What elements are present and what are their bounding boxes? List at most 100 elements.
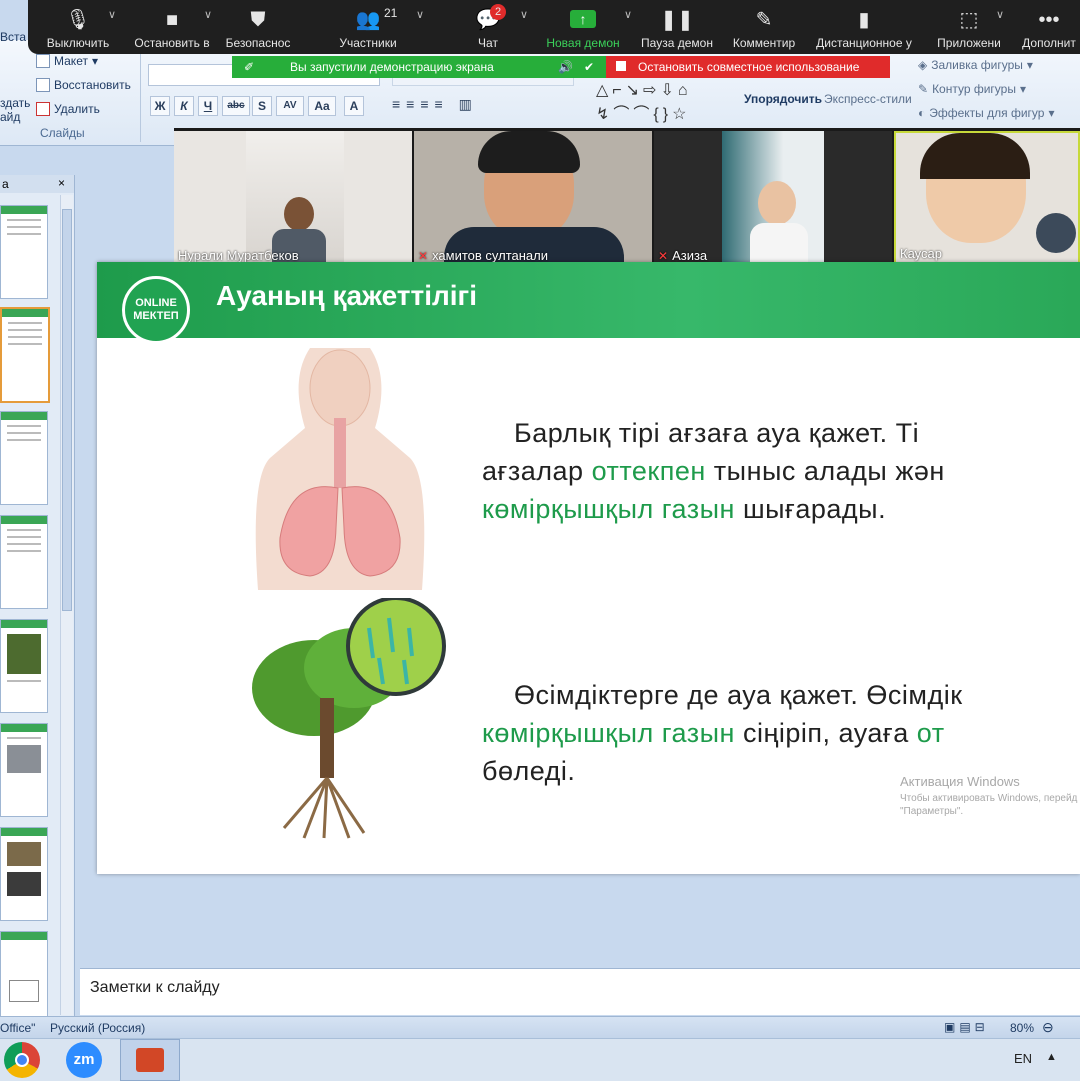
slide-thumbnail[interactable] [0,827,48,921]
new-slide-button[interactable]: здать айд [0,96,30,124]
apps-button[interactable]: ⬚ Приложени ∨ [928,0,1010,54]
participant-video [246,131,344,265]
chevron-down-icon[interactable]: ∨ [520,8,528,21]
slide-thumbnail[interactable] [0,723,48,817]
slides-tab[interactable]: а × [0,175,74,193]
participant-video-strip: Нурали Муратбеков ✕ хамитов султанали ✕ Аз… [174,128,1080,268]
paragraph-2-line-1: Өсімдіктерге де ауа қажет. Өсімдік [514,680,963,710]
insert-tab-partial[interactable]: Вста [0,30,26,44]
chat-badge: 2 [490,4,506,20]
close-icon[interactable]: × [58,176,65,190]
audio-icon[interactable]: 🔊 [558,56,573,78]
more-button[interactable]: ••• Дополнит [1018,0,1080,54]
muted-mic-icon: ✕ [658,249,669,263]
shield-check-icon: ✔ [584,60,595,74]
zoom-icon[interactable]: zm [66,1042,102,1078]
delete-slide-button[interactable]: Удалить [36,102,100,116]
paragraph-1-line-3: көмірқышқыл газын шығарады. [482,494,887,524]
pause-icon: ❚❚ [660,9,694,31]
chevron-down-icon[interactable]: ∨ [204,8,212,21]
shapes-gallery[interactable]: △⌐↘⇨⇩⌂ ↯⌒⌒{}☆ [596,80,736,123]
stop-share-button[interactable]: Остановить совместное использование [606,56,890,78]
slide-thumbnail[interactable] [0,411,48,505]
tray-arrow-icon[interactable]: ▲ [1046,1051,1057,1063]
chevron-down-icon[interactable]: ∨ [624,8,632,21]
zoom-level[interactable]: 80% [1010,1021,1034,1035]
participant-name: Нурали Муратбеков [178,248,299,263]
remote-control-button[interactable]: ▮ Дистанционное у [816,0,912,54]
shapes-icon: △⌐↘⇨⇩⌂ [596,82,692,99]
participants-count: 21 [384,6,398,20]
slide-thumbnail[interactable] [0,931,48,1017]
video-tile[interactable]: ✕ Азиза [654,131,892,265]
italic-button[interactable]: К [174,96,194,116]
active-speaker-tile[interactable]: Каусар [894,131,1080,265]
bold-button[interactable]: Ж [150,96,170,116]
participant-name: ✕ Азиза [658,248,708,263]
participant-name: Каусар [900,246,942,261]
zoom-out-icon[interactable]: ⊖ [1042,1019,1054,1036]
participants-button[interactable]: 👥 21 Участники ∨ [328,0,424,54]
video-tile[interactable]: Нурали Муратбеков [174,131,412,265]
slide-thumbnail[interactable] [0,515,48,609]
share-notice-text: Вы запустили демонстрацию экрана [290,60,494,74]
strikethrough-button[interactable]: abc [222,96,250,116]
chrome-icon[interactable] [4,1042,40,1078]
activation-watermark-title: Активация Windows [900,774,1020,789]
shadow-button[interactable]: S [252,96,272,116]
reset-button[interactable]: Восстановить [36,78,131,92]
case-button[interactable]: Aa [308,96,336,116]
slides-group: здать айд Макет ▾ Восстановить Удалить С… [0,50,141,142]
shape-outline-button[interactable]: ✎ Контур фигуры ▾ [918,82,1026,96]
mute-button[interactable]: 🎙 Выключить ∨ [38,0,118,54]
participant-name: ✕ хамитов султанали [418,248,548,263]
remote-control-icon: ▮ [858,9,870,31]
tree-illustration [252,598,446,839]
layout-button[interactable]: Макет ▾ [36,54,98,68]
arrange-button[interactable]: Упорядочить [744,92,822,106]
windows-taskbar: zm EN ▲ [0,1038,1080,1081]
chevron-down-icon[interactable]: ∨ [416,8,424,21]
annotate-button[interactable]: ✎ Комментир [728,0,800,54]
pin-icon[interactable]: ✐ [244,56,254,78]
view-buttons[interactable]: ▣▤⊟ [944,1020,989,1034]
spacing-button[interactable]: AV [276,96,304,116]
chat-button[interactable]: 💬 2 Чат ∨ [458,0,528,54]
slide-thumbnail[interactable] [0,205,48,299]
lungs-illustration [255,348,425,590]
share-screen-icon: ↑ [570,10,596,28]
language-indicator[interactable]: Русский (Россия) [50,1021,145,1035]
underline-button[interactable]: Ч [198,96,218,116]
font-color-button[interactable]: A [344,96,364,116]
shape-fill-button[interactable]: ◈ Заливка фигуры ▾ [918,58,1033,72]
chevron-down-icon[interactable]: ∨ [996,8,1004,21]
more-icon: ••• [1038,9,1060,31]
paragraph-2-line-2: көмірқышқыл газын сіңіріп, ауаға от [482,718,945,748]
slides-group-label: Слайды [40,126,85,140]
security-button[interactable]: ⛊ Безопаснос [220,0,296,54]
input-language[interactable]: EN [1014,1051,1032,1066]
chevron-down-icon[interactable]: ∨ [108,8,116,21]
mic-icon: 🎙 [65,9,91,31]
pause-share-button[interactable]: ❚❚ Пауза демон [636,0,718,54]
muted-mic-icon: ✕ [418,249,429,263]
outline-icon: ✎ [918,82,929,96]
shape-effects-button[interactable]: ◐ Эффекты для фигур ▾ [918,106,1055,120]
slide-thumbnail-selected[interactable] [0,307,50,403]
delete-icon [36,102,50,116]
notes-placeholder: Заметки к слайду [90,979,220,996]
scroll-thumb[interactable] [62,209,72,611]
slide-notes-pane[interactable]: Заметки к слайду [80,968,1080,1015]
align-icons[interactable]: ≡≡≡≡ ▥ [392,96,478,113]
powerpoint-taskbar-button[interactable] [120,1039,180,1081]
slide-thumbnail[interactable] [0,619,48,713]
video-tile[interactable]: ✕ хамитов султанали [414,131,652,265]
quick-styles-button[interactable]: Экспресс-стили [824,92,912,106]
theme-name: Office" [0,1021,36,1035]
new-share-button[interactable]: ↑ Новая демон ∨ [542,0,632,54]
fill-icon: ◈ [918,58,928,72]
slides-scrollbar[interactable] [60,195,73,1015]
activation-watermark-text-2: "Параметры". [900,806,964,817]
stop-video-button[interactable]: ■ Остановить в ∨ [124,0,220,54]
shapes-icon-row2: ↯⌒⌒{}☆ [596,106,691,123]
